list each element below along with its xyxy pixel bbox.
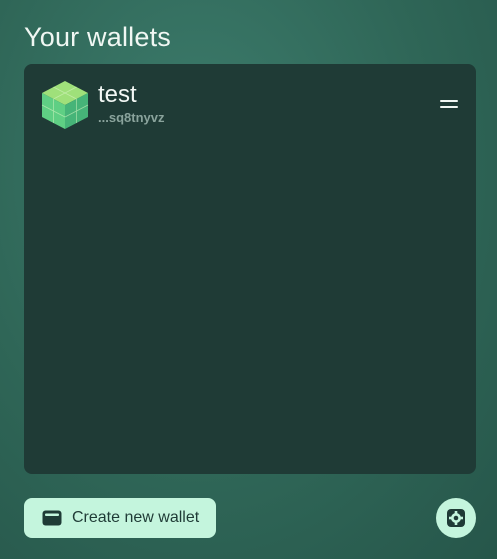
- gear-icon: [447, 509, 465, 527]
- wallet-icon: [42, 510, 62, 526]
- wallet-list-panel: test ...sq8tnyvz: [24, 64, 476, 474]
- wallet-address: ...sq8tnyvz: [98, 110, 165, 125]
- wallet-list-item[interactable]: test ...sq8tnyvz: [40, 80, 460, 130]
- drag-handle-icon[interactable]: [440, 100, 458, 110]
- wallet-name: test: [98, 81, 137, 108]
- create-wallet-button[interactable]: Create new wallet: [24, 498, 216, 538]
- page-title: Your wallets: [24, 22, 171, 52]
- settings-button[interactable]: [436, 498, 476, 538]
- create-wallet-label: Create new wallet: [72, 509, 200, 526]
- wallet-avatar: [41, 81, 89, 129]
